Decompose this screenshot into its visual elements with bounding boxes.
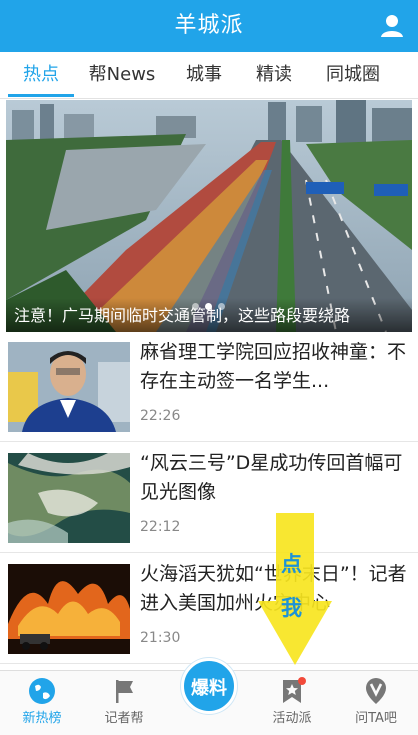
slide-indicator — [192, 295, 231, 314]
news-time: 22:12 — [140, 519, 181, 535]
tab-city[interactable]: 城事 — [176, 52, 232, 99]
satellite-image — [8, 453, 130, 543]
tap-hint-arrow — [258, 513, 332, 665]
app-title: 羊城派 — [174, 13, 244, 38]
nav-label: 记者帮 — [104, 711, 144, 726]
report-label: 爆料 — [191, 678, 227, 699]
news-thumbnail — [8, 453, 130, 543]
tab-deep-read[interactable]: 精读 — [246, 52, 302, 99]
hint-text: 我 — [281, 596, 302, 620]
news-item[interactable]: 麻省理工学院回应招收神童：不存在主动签一名学生... 22:26 — [0, 332, 418, 442]
profile-button[interactable] — [378, 12, 406, 40]
active-tab-indicator — [8, 94, 74, 97]
nav-ask-ta[interactable]: 问TA吧 — [334, 671, 418, 735]
report-button[interactable]: 爆料 — [181, 658, 237, 714]
app-bar: 羊城派 — [0, 0, 418, 52]
globe-icon — [29, 678, 55, 704]
banner-caption: 注意！广马期间临时交通管制，这些路段要绕路 — [14, 306, 351, 325]
tab-local-circle[interactable]: 同城圈 — [316, 52, 390, 99]
news-item[interactable]: 火海滔天犹如“世界末日”！记者进入美国加州火灾中心 21:30 — [0, 554, 418, 664]
news-time: 21:30 — [140, 630, 181, 646]
nav-reporter-help[interactable]: 记者帮 — [82, 671, 166, 735]
user-icon — [381, 15, 403, 37]
tab-hot[interactable]: 热点 — [8, 52, 74, 99]
slide-dot — [218, 303, 225, 310]
slide-dot — [192, 303, 199, 310]
news-time: 22:26 — [140, 408, 181, 424]
news-title: “风云三号”D星成功传回首幅可见光图像 — [140, 452, 403, 503]
nav-label: 活动派 — [272, 711, 312, 726]
wildfire-photo — [8, 564, 130, 654]
student-photo — [8, 342, 130, 432]
tab-bang-news[interactable]: 帮News — [82, 52, 162, 99]
category-tabs: 热点 帮News 城事 精读 同城圈 — [0, 52, 418, 99]
nav-label: 新热榜 — [22, 711, 62, 726]
star-bookmark-icon — [283, 677, 306, 703]
nav-activities[interactable]: 活动派 — [250, 671, 334, 735]
nav-hot-list[interactable]: 新热榜 — [0, 671, 84, 735]
news-thumbnail — [8, 564, 130, 654]
flag-icon — [116, 680, 133, 703]
nav-label: 问TA吧 — [355, 711, 397, 726]
news-item[interactable]: “风云三号”D星成功传回首幅可见光图像 22:12 — [0, 443, 418, 553]
headline-banner[interactable]: 注意！广马期间临时交通管制，这些路段要绕路 — [6, 100, 412, 332]
slide-dot-active — [205, 303, 212, 310]
v-badge-icon — [366, 678, 386, 704]
hint-text: 点 — [281, 552, 302, 576]
news-thumbnail — [8, 342, 130, 432]
news-title: 麻省理工学院回应招收神童：不存在主动签一名学生... — [140, 341, 407, 392]
